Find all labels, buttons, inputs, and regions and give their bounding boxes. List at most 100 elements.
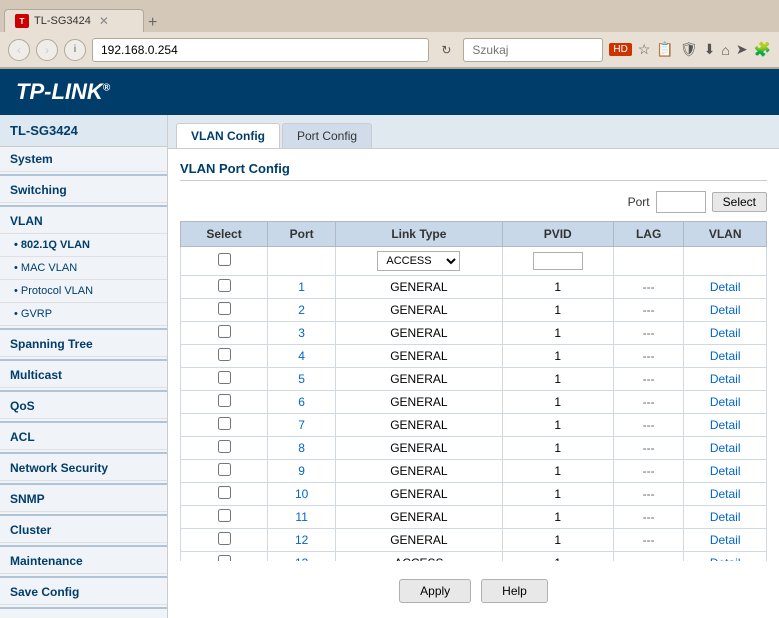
browser-tab-active[interactable]: T TL-SG3424 ✕ [4, 9, 144, 32]
filter-link-type-cell: ACCESS TRUNK GENERAL [336, 247, 502, 276]
back-button[interactable]: ‹ [8, 39, 30, 61]
row-select-cell [181, 552, 268, 562]
apply-button[interactable]: Apply [399, 579, 471, 603]
table-row: 11 GENERAL 1 --- Detail [181, 506, 767, 529]
row-port-11[interactable]: 12 [268, 529, 336, 552]
sidebar-item-vlan[interactable]: VLAN [0, 209, 167, 234]
sidebar-item-8021q[interactable]: • 802.1Q VLAN [0, 234, 167, 257]
row-checkbox-9[interactable] [218, 486, 231, 499]
tab-close-icon[interactable]: ✕ [99, 14, 109, 28]
select-button[interactable]: Select [712, 192, 767, 212]
star-icon[interactable]: ☆ [638, 41, 651, 58]
row-checkbox-6[interactable] [218, 417, 231, 430]
row-link-type-3: GENERAL [336, 345, 502, 368]
row-detail-10[interactable]: Detail [684, 506, 767, 529]
link-type-dropdown[interactable]: ACCESS TRUNK GENERAL [377, 251, 460, 271]
filter-row: ACCESS TRUNK GENERAL [181, 247, 767, 276]
filter-select-checkbox[interactable] [218, 253, 231, 266]
extension-icon[interactable]: 🧩 [754, 41, 771, 58]
hd-icon[interactable]: HD [609, 43, 631, 56]
row-lag-3: --- [613, 345, 683, 368]
info-button[interactable]: i [64, 39, 86, 61]
row-checkbox-7[interactable] [218, 440, 231, 453]
table-header-row: Select Port Link Type PVID LAG VLAN [181, 222, 767, 247]
pvid-filter-input[interactable] [533, 252, 583, 270]
row-port-6[interactable]: 7 [268, 414, 336, 437]
row-port-12[interactable]: 13 [268, 552, 336, 562]
row-port-5[interactable]: 6 [268, 391, 336, 414]
row-port-10[interactable]: 11 [268, 506, 336, 529]
row-checkbox-0[interactable] [218, 279, 231, 292]
row-port-4[interactable]: 5 [268, 368, 336, 391]
row-detail-6[interactable]: Detail [684, 414, 767, 437]
row-detail-5[interactable]: Detail [684, 391, 767, 414]
sidebar-item-acl[interactable]: ACL [0, 425, 167, 450]
row-detail-8[interactable]: Detail [684, 460, 767, 483]
sidebar-item-gvrp[interactable]: • GVRP [0, 303, 167, 326]
row-port-9[interactable]: 10 [268, 483, 336, 506]
table-scroll-container[interactable]: Select Port Link Type PVID LAG VLAN [180, 221, 767, 561]
row-checkbox-1[interactable] [218, 302, 231, 315]
row-detail-11[interactable]: Detail [684, 529, 767, 552]
row-checkbox-8[interactable] [218, 463, 231, 476]
row-detail-12[interactable]: Detail [684, 552, 767, 562]
shield-icon[interactable]: 🛡 [680, 41, 698, 58]
sidebar-item-mac-vlan[interactable]: • MAC VLAN [0, 257, 167, 280]
row-checkbox-5[interactable] [218, 394, 231, 407]
bookmark-icon[interactable]: 📋 [656, 41, 673, 58]
sidebar-item-spanning-tree[interactable]: Spanning Tree [0, 332, 167, 357]
row-port-1[interactable]: 2 [268, 299, 336, 322]
device-name: TL-SG3424 [0, 115, 167, 147]
sidebar-item-switching[interactable]: Switching [0, 178, 167, 203]
refresh-icon[interactable]: ↻ [435, 39, 457, 61]
sidebar-item-snmp[interactable]: SNMP [0, 487, 167, 512]
sidebar-item-maintenance[interactable]: Maintenance [0, 549, 167, 574]
port-number-input[interactable] [656, 191, 706, 213]
row-detail-4[interactable]: Detail [684, 368, 767, 391]
home-icon[interactable]: ⌂ [721, 42, 729, 58]
sidebar-item-qos[interactable]: QoS [0, 394, 167, 419]
row-select-cell [181, 529, 268, 552]
row-detail-3[interactable]: Detail [684, 345, 767, 368]
row-port-2[interactable]: 3 [268, 322, 336, 345]
tab-vlan-config[interactable]: VLAN Config [176, 123, 280, 148]
help-button[interactable]: Help [481, 579, 548, 603]
row-checkbox-2[interactable] [218, 325, 231, 338]
row-port-0[interactable]: 1 [268, 276, 336, 299]
row-checkbox-12[interactable] [218, 555, 231, 561]
row-detail-1[interactable]: Detail [684, 299, 767, 322]
sidebar-item-multicast[interactable]: Multicast [0, 363, 167, 388]
row-port-3[interactable]: 4 [268, 345, 336, 368]
send-icon[interactable]: ➤ [736, 41, 748, 58]
sidebar-item-network-security[interactable]: Network Security [0, 456, 167, 481]
row-lag-12: --- [613, 552, 683, 562]
sidebar-item-cluster[interactable]: Cluster [0, 518, 167, 543]
row-pvid-5: 1 [502, 391, 613, 414]
sidebar-item-protocol-vlan[interactable]: • Protocol VLAN [0, 280, 167, 303]
forward-button[interactable]: › [36, 39, 58, 61]
row-port-8[interactable]: 9 [268, 460, 336, 483]
row-checkbox-11[interactable] [218, 532, 231, 545]
row-lag-6: --- [613, 414, 683, 437]
row-lag-2: --- [613, 322, 683, 345]
row-checkbox-3[interactable] [218, 348, 231, 361]
filter-port-cell [268, 247, 336, 276]
url-input[interactable] [92, 38, 429, 62]
download-icon[interactable]: ⬇ [704, 41, 716, 58]
tab-port-config[interactable]: Port Config [282, 123, 372, 148]
row-detail-9[interactable]: Detail [684, 483, 767, 506]
row-detail-2[interactable]: Detail [684, 322, 767, 345]
row-lag-8: --- [613, 460, 683, 483]
row-detail-7[interactable]: Detail [684, 437, 767, 460]
row-select-cell [181, 322, 268, 345]
row-checkbox-4[interactable] [218, 371, 231, 384]
sidebar-item-system[interactable]: System [0, 147, 167, 172]
row-checkbox-10[interactable] [218, 509, 231, 522]
table-body: 1 GENERAL 1 --- Detail 2 GENERAL 1 --- D… [181, 276, 767, 562]
sidebar-item-save-config[interactable]: Save Config [0, 580, 167, 605]
new-tab-icon[interactable]: + [148, 14, 157, 32]
row-detail-0[interactable]: Detail [684, 276, 767, 299]
row-port-7[interactable]: 8 [268, 437, 336, 460]
row-select-cell [181, 276, 268, 299]
search-input[interactable] [463, 38, 603, 62]
